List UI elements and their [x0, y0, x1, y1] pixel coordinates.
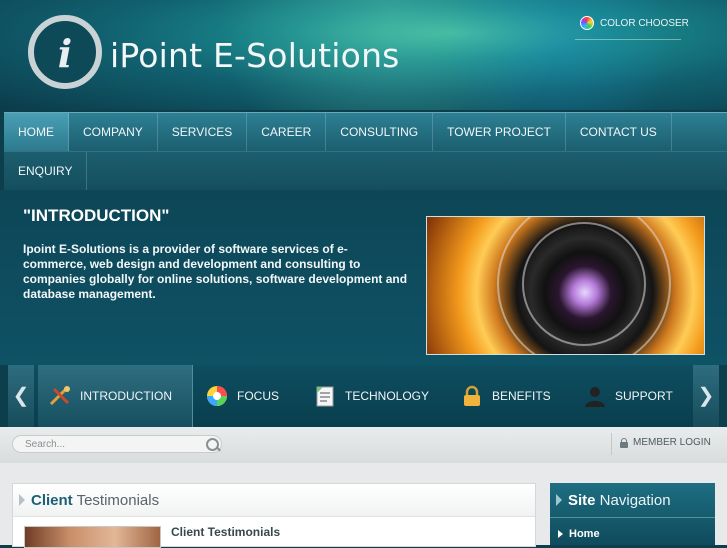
panel-title-rest: Testimonials	[72, 491, 160, 509]
nav-row: ENQUIRY	[4, 152, 727, 190]
color-chooser[interactable]: COLOR CHOOSER	[580, 16, 689, 30]
color-wheel-icon	[580, 16, 594, 30]
intro-section: "INTRODUCTION" Ipoint E-Solutions is a p…	[0, 190, 727, 365]
panel-title: Client Testimonials	[31, 492, 159, 509]
next-arrow-icon[interactable]: ❯	[693, 365, 719, 427]
tab-support[interactable]: SUPPORT	[583, 365, 673, 427]
feature-tabs: ❮ INTRODUCTION FOCUS TECHNOLOGY BENEFITS…	[8, 365, 719, 427]
intro-body: Ipoint E-Solutions is a provider of soft…	[23, 242, 408, 301]
panel-title-bold: Site	[568, 491, 596, 509]
divider	[575, 39, 681, 40]
panel-header: Site Navigation	[550, 483, 715, 518]
tools-icon	[48, 384, 72, 408]
search-input[interactable]: Search...	[12, 435, 222, 453]
main-navigation: HOME COMPANY SERVICES CAREER CONSULTING …	[4, 112, 727, 191]
site-navigation-panel: Site Navigation Home	[550, 483, 715, 545]
search-bar: Search... MEMBER LOGIN	[0, 427, 727, 464]
tab-label: INTRODUCTION	[80, 389, 172, 403]
site-nav-item-home[interactable]: Home	[558, 528, 715, 540]
nav-item-career[interactable]: CAREER	[247, 113, 327, 151]
lens-ring	[522, 222, 646, 346]
nav-item-enquiry[interactable]: ENQUIRY	[4, 152, 88, 190]
color-chooser-label: COLOR CHOOSER	[600, 17, 689, 29]
panel-title: Site Navigation	[568, 492, 671, 509]
tab-technology[interactable]: TECHNOLOGY	[313, 365, 429, 427]
lock-icon	[460, 384, 484, 408]
bullet-icon	[558, 530, 563, 538]
color-wheel-icon	[205, 384, 229, 408]
intro-title: "INTRODUCTION"	[23, 206, 170, 225]
testimonial-subheading: Client Testimonials	[171, 525, 281, 539]
content-area: Client Testimonials Client Testimonials …	[0, 463, 727, 548]
logo-icon[interactable]: i	[28, 15, 102, 89]
tab-focus[interactable]: FOCUS	[205, 365, 279, 427]
prev-arrow-icon[interactable]: ❮	[8, 365, 34, 427]
nav-row: HOME COMPANY SERVICES CAREER CONSULTING …	[4, 113, 727, 152]
tab-label: SUPPORT	[615, 389, 673, 403]
nav-item-services[interactable]: SERVICES	[158, 113, 248, 151]
nav-item-tower-project[interactable]: TOWER PROJECT	[433, 113, 566, 151]
nav-item-company[interactable]: COMPANY	[69, 113, 158, 151]
testimonials-panel: Client Testimonials Client Testimonials	[12, 483, 536, 548]
panel-header: Client Testimonials	[13, 484, 535, 517]
chevron-right-icon	[556, 494, 562, 506]
brand-name[interactable]: iPoint E-Solutions	[110, 36, 400, 75]
panel-title-rest: Navigation	[595, 491, 671, 509]
tab-label: TECHNOLOGY	[345, 389, 430, 403]
lock-icon	[620, 437, 628, 448]
nav-item-home[interactable]: HOME	[4, 113, 69, 151]
chevron-right-icon	[19, 494, 25, 506]
tab-label: BENEFITS	[492, 389, 551, 403]
nav-item-contact-us[interactable]: CONTACT US	[566, 113, 672, 151]
tab-introduction[interactable]: INTRODUCTION	[38, 365, 193, 427]
panel-title-bold: Client	[31, 491, 73, 509]
member-login-link[interactable]: MEMBER LOGIN	[620, 437, 711, 448]
user-icon	[583, 384, 607, 408]
tab-label: FOCUS	[237, 389, 279, 403]
site-header: i iPoint E-Solutions COLOR CHOOSER	[0, 0, 727, 110]
document-icon	[313, 384, 337, 408]
camera-lens-image	[426, 216, 705, 355]
search-icon[interactable]	[206, 438, 219, 451]
member-login-label: MEMBER LOGIN	[633, 437, 711, 448]
site-nav-label: Home	[569, 528, 600, 540]
nav-item-consulting[interactable]: CONSULTING	[326, 113, 434, 151]
divider	[611, 433, 612, 455]
logo-letter: i	[57, 31, 73, 76]
tab-benefits[interactable]: BENEFITS	[460, 365, 551, 427]
